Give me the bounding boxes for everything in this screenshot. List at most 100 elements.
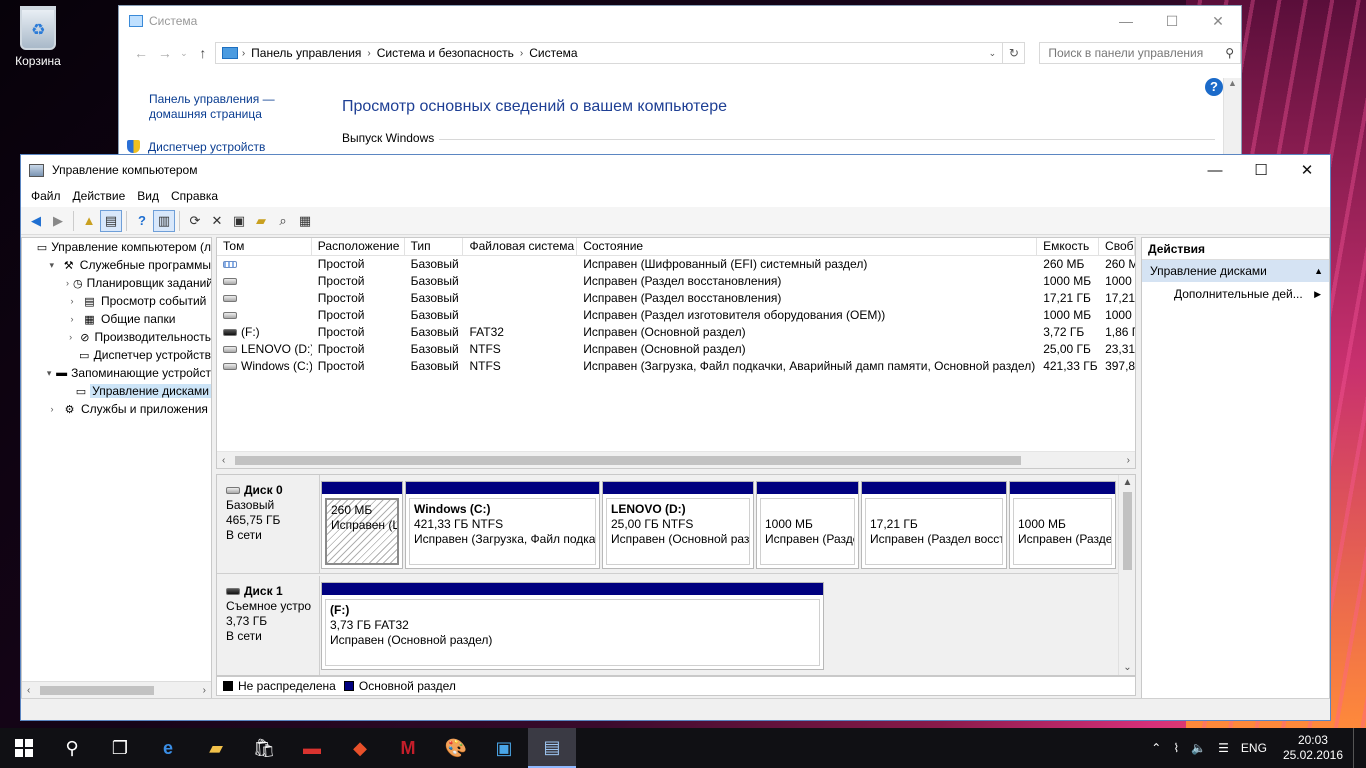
disk-info[interactable]: Диск 0 Базовый 465,75 ГБ В сети xyxy=(217,475,320,573)
search-icon[interactable]: ⚲ xyxy=(48,728,96,768)
breadcrumb-system[interactable]: Система xyxy=(529,46,577,60)
horizontal-scrollbar[interactable]: ‹ › xyxy=(22,681,211,698)
column-header-filesystem[interactable]: Файловая система xyxy=(463,238,578,255)
collapsed-caret-icon[interactable]: › xyxy=(66,296,78,306)
table-row[interactable]: LENOVO (D:) Простой Базовый NTFS Исправен (О… xyxy=(217,341,1135,358)
language-indicator[interactable]: ENG xyxy=(1235,741,1273,755)
scroll-thumb[interactable] xyxy=(1123,492,1132,570)
actions-more[interactable]: Дополнительные дей... ▶ xyxy=(1142,282,1329,306)
app-blue-icon[interactable]: ▣ xyxy=(480,728,528,768)
vertical-scrollbar[interactable]: ▲ xyxy=(1223,78,1241,166)
recycle-bin[interactable]: Корзина xyxy=(8,6,68,68)
tree-item[interactable]: ▭ Управление компьютером (л xyxy=(22,238,211,256)
maximize-button[interactable]: ☐ xyxy=(1238,155,1284,185)
disk-row[interactable]: Диск 1 Съемное устро 3,73 ГБ В сети (F:)… xyxy=(217,576,1119,675)
tree-item[interactable]: › ▤ Просмотр событий xyxy=(22,292,211,310)
recent-dropdown-icon[interactable]: ⌄ xyxy=(177,48,191,59)
system-window[interactable]: Система — ☐ ✕ ← → ⌄ ↑ › Панель управлени… xyxy=(118,5,1242,166)
volume-list[interactable]: Том Расположение Тип Файловая система Со… xyxy=(216,237,1136,469)
collapsed-caret-icon[interactable]: › xyxy=(66,278,69,288)
maximize-button[interactable]: ☐ xyxy=(1149,6,1195,36)
close-button[interactable]: ✕ xyxy=(1284,155,1330,185)
collapse-up-icon[interactable]: ▲ xyxy=(1314,260,1323,282)
back-arrow-icon[interactable]: ← xyxy=(129,45,153,61)
app-red-icon[interactable]: ◆ xyxy=(336,728,384,768)
breadcrumb-control-panel[interactable]: Панель управления xyxy=(251,46,361,60)
help-icon[interactable]: ? xyxy=(131,210,153,232)
scroll-down-icon[interactable]: ⌄ xyxy=(1119,662,1135,673)
column-header-status[interactable]: Состояние xyxy=(577,238,1038,255)
scroll-thumb[interactable] xyxy=(235,456,1021,465)
file-explorer-icon[interactable]: ▰ xyxy=(192,728,240,768)
refresh-icon[interactable]: ↻ xyxy=(1003,42,1026,64)
table-row[interactable]: Простой Базовый Исправен (Раздел изготовит… xyxy=(217,307,1135,324)
control-panel-home-link[interactable]: Панель управления — домашняя страница xyxy=(149,92,275,122)
navigation-tree[interactable]: ▭ Управление компьютером (л ▾ ⚒ Служебные пр… xyxy=(21,237,212,699)
clock[interactable]: 20:03 25.02.2016 xyxy=(1273,733,1353,763)
task-view-icon[interactable]: ❐ xyxy=(96,728,144,768)
column-header-volume[interactable]: Том xyxy=(217,238,312,255)
menu-action[interactable]: Действие xyxy=(67,189,132,203)
collapsed-caret-icon[interactable]: › xyxy=(66,332,75,342)
show-hide-action-pane-icon[interactable]: ▥ xyxy=(153,209,175,232)
search-input[interactable]: Поиск в панели управления ⚲ xyxy=(1039,42,1241,64)
disk-row[interactable]: Диск 0 Базовый 465,75 ГБ В сети 260 МБ И… xyxy=(217,475,1119,574)
refresh-icon[interactable]: ⟳ xyxy=(184,210,206,232)
tree-item[interactable]: ▭ Диспетчер устройств xyxy=(22,346,211,364)
scroll-thumb[interactable] xyxy=(40,686,154,695)
scroll-right-icon[interactable]: › xyxy=(203,682,206,698)
partition-recovery-2[interactable]: 17,21 ГБ Исправен (Раздел восст xyxy=(861,481,1007,569)
scroll-left-icon[interactable]: ‹ xyxy=(27,682,30,698)
forward-arrow-icon[interactable]: ▶ xyxy=(47,210,69,232)
minimize-button[interactable]: — xyxy=(1192,155,1238,185)
column-header-free[interactable]: Своб xyxy=(1099,238,1135,255)
tree-item[interactable]: ▾ ▬ Запоминающие устройст xyxy=(22,364,211,382)
properties-icon[interactable]: ▣ xyxy=(228,210,250,232)
tree-item[interactable]: › ▦ Общие папки xyxy=(22,310,211,328)
column-header-capacity[interactable]: Емкость xyxy=(1037,238,1100,255)
paint-icon[interactable]: 🎨 xyxy=(432,728,480,768)
table-row[interactable]: Простой Базовый Исправен (Шифрованный (EFI… xyxy=(217,256,1135,273)
start-button[interactable] xyxy=(0,728,48,768)
mcafee-icon[interactable]: M xyxy=(384,728,432,768)
volume-icon[interactable]: 🔈 xyxy=(1185,741,1212,755)
table-row[interactable]: Простой Базовый Исправен (Раздел восстанов… xyxy=(217,290,1135,307)
notifications-icon[interactable]: ☰ xyxy=(1212,741,1235,755)
menu-file[interactable]: Файл xyxy=(25,189,67,203)
address-bar[interactable]: › Панель управления › Система и безопасн… xyxy=(214,42,1004,64)
view-properties-icon[interactable]: ▦ xyxy=(294,210,316,232)
disk-info[interactable]: Диск 1 Съемное устро 3,73 ГБ В сети xyxy=(217,576,320,675)
expanded-caret-icon[interactable]: ▾ xyxy=(46,368,52,379)
vertical-scrollbar[interactable]: ▲ ⌄ xyxy=(1118,475,1135,675)
back-arrow-icon[interactable]: ◀ xyxy=(25,210,47,232)
tree-item[interactable]: › ◷ Планировщик заданий xyxy=(22,274,211,292)
scroll-left-icon[interactable]: ‹ xyxy=(222,452,225,468)
expanded-caret-icon[interactable]: ▾ xyxy=(46,260,57,271)
collapsed-caret-icon[interactable]: › xyxy=(46,404,58,414)
show-hidden-icons-icon[interactable]: ⌃ xyxy=(1145,741,1167,755)
device-manager-link[interactable]: Диспетчер устройств xyxy=(127,140,265,155)
partition-f[interactable]: (F:) 3,73 ГБ FAT32 Исправен (Основной ра… xyxy=(321,582,824,670)
collapsed-caret-icon[interactable]: › xyxy=(66,314,78,324)
network-icon[interactable]: ⌇ xyxy=(1167,741,1185,755)
table-row[interactable]: Windows (C:) Простой Базовый NTFS Исправен (… xyxy=(217,358,1135,375)
table-row[interactable]: Простой Базовый Исправен (Раздел восстанов… xyxy=(217,273,1135,290)
column-header-type[interactable]: Тип xyxy=(405,238,464,255)
tree-item[interactable]: ▾ ⚒ Служебные программы xyxy=(22,256,211,274)
reader-icon[interactable]: ▬ xyxy=(288,728,336,768)
menu-view[interactable]: Вид xyxy=(131,189,165,203)
show-hide-tree-icon[interactable]: ▤ xyxy=(100,209,122,232)
disk-map[interactable]: Диск 0 Базовый 465,75 ГБ В сети 260 МБ И… xyxy=(216,474,1136,676)
show-desktop-button[interactable] xyxy=(1353,728,1366,768)
scroll-up-icon[interactable]: ▲ xyxy=(1119,477,1135,488)
tree-item[interactable]: › ⊘ Производительность xyxy=(22,328,211,346)
partition-lenovo-d[interactable]: LENOVO (D:) 25,00 ГБ NTFS Исправен (Осно… xyxy=(602,481,754,569)
tree-item[interactable]: ▭ Управление дисками xyxy=(22,382,211,400)
store-icon[interactable]: 🛍 xyxy=(240,728,288,768)
edge-icon[interactable]: e xyxy=(144,728,192,768)
partition-oem[interactable]: 1000 МБ Исправен (Разде xyxy=(1009,481,1116,569)
menu-help[interactable]: Справка xyxy=(165,189,224,203)
horizontal-scrollbar[interactable]: ‹ › xyxy=(217,451,1135,468)
open-folder-icon[interactable]: ▰ xyxy=(250,210,272,232)
partition-efi[interactable]: 260 МБ Исправен (Ш xyxy=(321,481,403,569)
